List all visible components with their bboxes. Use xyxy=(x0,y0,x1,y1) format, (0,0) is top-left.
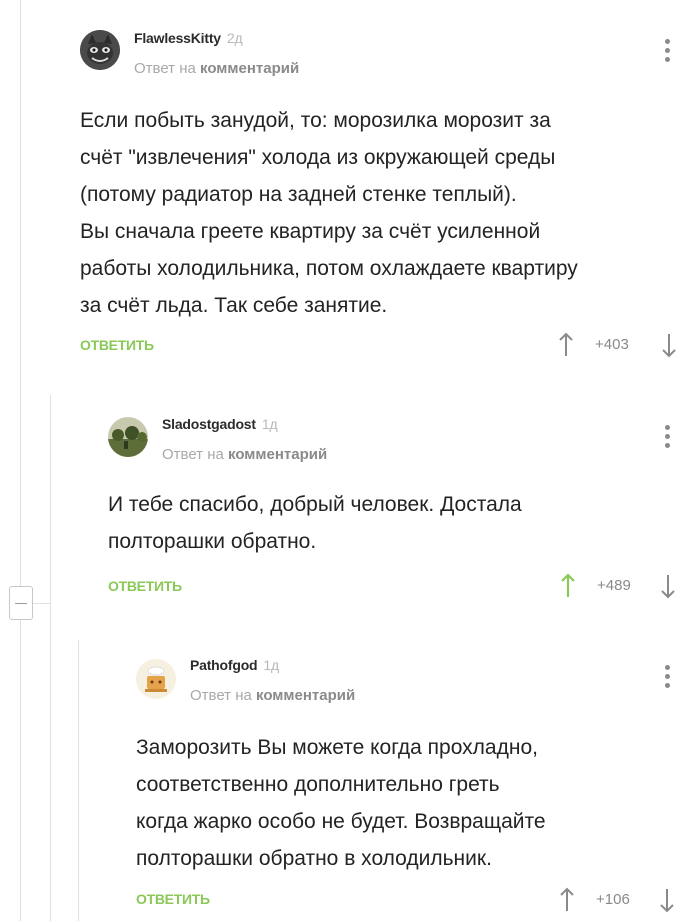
kebab-menu-icon[interactable] xyxy=(665,665,671,692)
reply-button[interactable]: ОТВЕТИТЬ xyxy=(80,337,154,353)
landscape-avatar[interactable] xyxy=(108,417,148,457)
arrow-down-icon[interactable] xyxy=(659,887,675,913)
comment-1: FlawlessKitty 2д Ответ на комментарий Есл… xyxy=(80,30,690,370)
collapse-thread-button[interactable] xyxy=(9,586,33,620)
collapse-icon xyxy=(15,603,27,604)
reply-target-link[interactable]: комментарий xyxy=(256,687,355,704)
thread-line-root xyxy=(20,0,21,586)
arrow-down-icon[interactable] xyxy=(661,332,677,358)
comment-age: 1д xyxy=(263,657,279,673)
cartoon-avatar[interactable] xyxy=(136,659,176,699)
reply-target-link[interactable]: комментарий xyxy=(200,60,299,77)
reply-target-link[interactable]: комментарий xyxy=(228,446,327,463)
reply-to-line: Ответ на комментарий xyxy=(162,446,328,463)
thread-line-level2 xyxy=(78,640,79,921)
comment-author[interactable]: Sladostgadost 1д xyxy=(162,416,278,432)
comment-author[interactable]: FlawlessKitty 2д xyxy=(134,30,243,46)
comment-text: Заморозить Вы можете когда прохладно, со… xyxy=(136,736,546,870)
thread-line-level1 xyxy=(50,395,51,921)
arrow-up-icon[interactable] xyxy=(560,573,576,599)
reply-to-line: Ответ на комментарий xyxy=(190,687,356,704)
rating-value: +106 xyxy=(596,891,630,908)
comment-age: 2д xyxy=(226,30,243,46)
thread-line-root-lower xyxy=(20,620,21,921)
kebab-menu-icon[interactable] xyxy=(665,39,671,66)
rating-value: +403 xyxy=(595,336,629,353)
comment-text: Если побыть занудой, то: морозилка мороз… xyxy=(80,109,578,317)
reply-button[interactable]: ОТВЕТИТЬ xyxy=(136,891,210,907)
comment-text: И тебе спасибо, добрый человек. Достала … xyxy=(108,493,522,553)
arrow-up-icon[interactable] xyxy=(559,887,575,913)
thread-connector xyxy=(33,603,51,604)
comment-2: Sladostgadost 1д Ответ на комментарий И т… xyxy=(108,412,690,612)
reply-to-line: Ответ на комментарий xyxy=(134,60,300,77)
rating-value: +489 xyxy=(597,577,631,594)
kebab-menu-icon[interactable] xyxy=(665,425,671,452)
comment-age: 1д xyxy=(261,416,278,432)
arrow-up-icon[interactable] xyxy=(558,332,574,358)
arrow-down-icon[interactable] xyxy=(660,573,676,599)
comment-author[interactable]: Pathofgod 1д xyxy=(190,657,279,673)
comment-3: Pathofgod 1д Ответ на комментарий Замороз… xyxy=(136,655,690,915)
reply-button[interactable]: ОТВЕТИТЬ xyxy=(108,578,182,594)
cat-avatar[interactable] xyxy=(80,30,120,70)
